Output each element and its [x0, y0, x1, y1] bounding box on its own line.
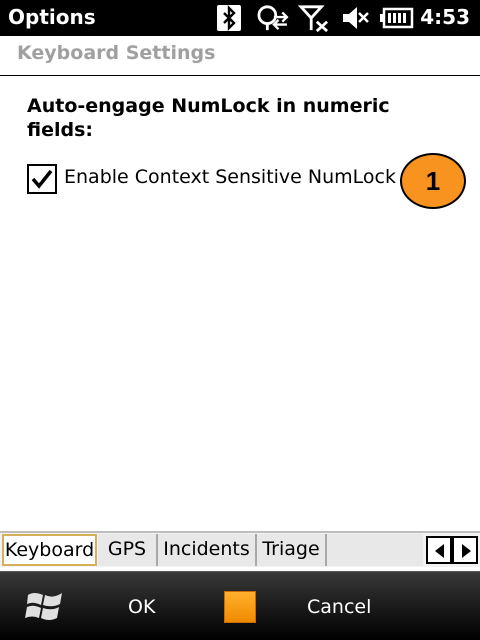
numlock-checkbox[interactable] — [27, 164, 57, 194]
tab-scroll-left-button[interactable] — [426, 536, 452, 564]
tab-gps[interactable]: GPS — [98, 534, 158, 566]
no-signal-icon[interactable] — [298, 4, 330, 32]
section-label: Auto-engage NumLock in numeric fields: — [27, 95, 390, 141]
windows-start-icon[interactable] — [24, 587, 66, 627]
ok-softkey[interactable]: OK — [128, 596, 155, 618]
app-title[interactable]: Options — [8, 5, 96, 29]
callout-marker: 1 — [400, 153, 466, 209]
tab-triage[interactable]: Triage — [257, 534, 327, 566]
battery-icon[interactable] — [380, 4, 414, 32]
clock-time[interactable]: 4:53 — [420, 5, 470, 29]
arrow-right-icon — [462, 544, 471, 558]
numlock-checkbox-label[interactable]: Enable Context Sensitive NumLock — [64, 166, 396, 188]
tab-incidents[interactable]: Incidents — [158, 534, 257, 566]
checkmark-icon — [31, 169, 53, 189]
cancel-softkey[interactable]: Cancel — [307, 596, 371, 618]
bluetooth-icon — [217, 5, 241, 31]
page-header: Keyboard Settings — [0, 36, 480, 76]
connectivity-icon[interactable] — [254, 4, 290, 32]
tab-strip-filler — [327, 534, 423, 566]
tab-strip: Keyboard GPS Incidents Triage — [0, 531, 480, 567]
status-bar: Options 4:53 — [0, 0, 480, 36]
tab-keyboard[interactable]: Keyboard — [2, 534, 97, 566]
menu-bar: OK Cancel — [0, 571, 480, 640]
page-title: Keyboard Settings — [17, 42, 216, 64]
arrow-left-icon — [435, 544, 444, 558]
tab-scroll-right-button[interactable] — [452, 536, 478, 564]
keyboard-input-icon[interactable] — [224, 591, 256, 623]
speaker-muted-icon[interactable] — [340, 4, 370, 32]
